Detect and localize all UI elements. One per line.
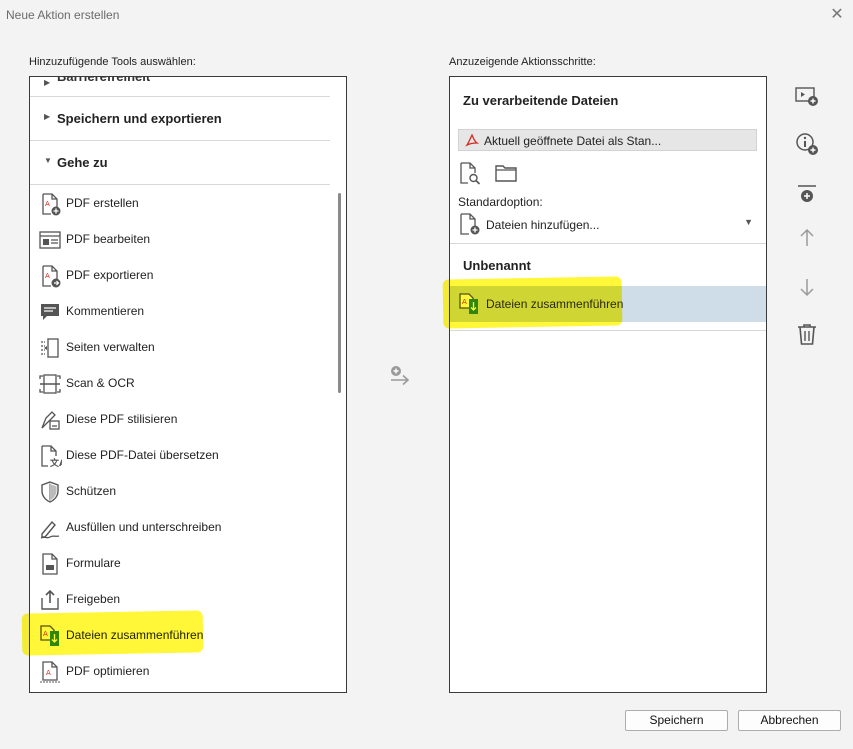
- step-label: Dateien zusammenführen: [486, 297, 624, 311]
- tool-pdf-export[interactable]: A PDF exportieren: [30, 257, 330, 293]
- acrobat-icon: [465, 133, 479, 147]
- add-info-icon[interactable]: [795, 132, 819, 156]
- tool-label: Freigeben: [66, 592, 121, 606]
- stylize-icon: [41, 411, 60, 430]
- insert-instruction-icon[interactable]: [795, 84, 819, 108]
- combine-files-icon: A: [459, 293, 478, 314]
- shield-icon: [41, 481, 59, 503]
- window-title: Neue Aktion erstellen: [6, 8, 120, 22]
- chevron-right-icon[interactable]: ▶: [44, 78, 50, 87]
- tool-pdf-edit[interactable]: PDF bearbeiten: [30, 221, 330, 257]
- add-file-icon: [460, 213, 480, 235]
- tool-label: Diese PDF-Datei übersetzen: [66, 448, 219, 462]
- action-steps-panel: Zu verarbeitende Dateien Aktuell geöffne…: [449, 76, 767, 693]
- divider: [450, 243, 766, 244]
- tool-label: Dateien zusammenführen: [66, 628, 204, 642]
- divider: [450, 330, 766, 331]
- tool-comment[interactable]: Kommentieren: [30, 293, 330, 329]
- folder-icon[interactable]: [494, 161, 518, 185]
- section-label: Gehe zu: [57, 155, 108, 170]
- tool-forms[interactable]: Formulare: [30, 545, 330, 581]
- section-label: Speichern und exportieren: [57, 111, 222, 126]
- tool-scan-ocr[interactable]: Scan & OCR: [30, 365, 330, 401]
- tool-label: PDF bearbeiten: [66, 232, 151, 246]
- current-file-text: Aktuell geöffnete Datei als Stan...: [484, 134, 662, 148]
- tool-label: PDF erstellen: [66, 196, 139, 210]
- browse-file-icon[interactable]: [458, 161, 482, 185]
- tool-stylize[interactable]: Diese PDF stilisieren: [30, 401, 330, 437]
- translate-icon: 文A: [41, 445, 62, 468]
- tool-translate[interactable]: 文A Diese PDF-Datei übersetzen: [30, 437, 330, 473]
- tool-label: PDF optimieren: [66, 664, 150, 678]
- current-file-field[interactable]: Aktuell geöffnete Datei als Stan...: [458, 129, 757, 151]
- section-accessibility[interactable]: Barrierefreiheit: [57, 77, 150, 84]
- scan-icon: [39, 374, 61, 394]
- default-option-label: Standardoption:: [458, 195, 543, 209]
- action-steps-label: Anzuzeigende Aktionsschritte:: [449, 56, 596, 68]
- tool-label: Diese PDF stilisieren: [66, 412, 178, 426]
- save-button[interactable]: Speichern: [625, 710, 728, 731]
- organize-pages-icon: [41, 338, 59, 358]
- close-icon[interactable]: ✕: [827, 5, 847, 25]
- chevron-down-icon: ▼: [744, 217, 753, 227]
- forms-icon: [42, 553, 58, 575]
- tool-pdf-create[interactable]: A PDF erstellen: [30, 185, 330, 221]
- move-up-icon[interactable]: [795, 226, 819, 250]
- tool-protect[interactable]: Schützen: [30, 473, 330, 509]
- cancel-button[interactable]: Abbrechen: [738, 710, 841, 731]
- svg-text:A: A: [43, 630, 48, 638]
- add-to-actions-icon[interactable]: [388, 364, 412, 388]
- tools-select-label: Hinzuzufügende Tools auswählen:: [29, 56, 196, 68]
- optimize-icon: A: [40, 661, 60, 683]
- tool-label: Seiten verwalten: [66, 340, 155, 354]
- pdf-edit-icon: [39, 231, 61, 249]
- step-combine-files[interactable]: A Dateien zusammenführen: [450, 286, 766, 322]
- tool-combine-files[interactable]: A Dateien zusammenführen: [30, 617, 330, 653]
- svg-text:A: A: [46, 669, 51, 677]
- tool-label: Ausfüllen und unterschreiben: [66, 520, 222, 534]
- tool-organize-pages[interactable]: Seiten verwalten: [30, 329, 330, 365]
- tool-label: Formulare: [66, 556, 121, 570]
- tool-label: PDF exportieren: [66, 268, 154, 282]
- scrollbar[interactable]: [338, 193, 341, 393]
- svg-text:文A: 文A: [49, 457, 62, 468]
- tool-fill-sign[interactable]: Ausfüllen und unterschreiben: [30, 509, 330, 545]
- chevron-down-icon: ▼: [44, 156, 52, 165]
- tool-label: Scan & OCR: [66, 376, 135, 390]
- title-bar: Neue Aktion erstellen ✕: [0, 0, 853, 32]
- group-name: Unbenannt: [463, 258, 531, 273]
- pdf-create-icon: A: [42, 193, 61, 216]
- tool-label: Kommentieren: [66, 304, 145, 318]
- svg-text:A: A: [45, 200, 50, 208]
- chevron-right-icon: ▶: [44, 112, 51, 121]
- delete-icon[interactable]: [795, 322, 819, 346]
- section-save-export[interactable]: ▶ Speichern und exportieren: [30, 97, 330, 141]
- files-header: Zu verarbeitende Dateien: [463, 93, 619, 108]
- share-icon: [41, 589, 59, 610]
- tool-optimize[interactable]: A PDF optimieren: [30, 653, 330, 689]
- move-down-icon[interactable]: [795, 275, 819, 299]
- default-option-value: Dateien hinzufügen...: [486, 218, 600, 232]
- default-option-dropdown[interactable]: Dateien hinzufügen... ▼: [458, 212, 757, 236]
- sign-icon: [40, 520, 60, 539]
- combine-files-icon: A: [40, 625, 59, 646]
- svg-text:A: A: [45, 272, 50, 280]
- tool-share[interactable]: Freigeben: [30, 581, 330, 617]
- comment-icon: [41, 304, 59, 320]
- pdf-export-icon: A: [42, 265, 61, 288]
- add-separator-icon[interactable]: [795, 183, 819, 207]
- svg-text:A: A: [462, 298, 467, 306]
- tools-list-panel: ▶ Barrierefreiheit ▶ Speichern und expor…: [29, 76, 347, 693]
- section-go-to[interactable]: ▼ Gehe zu: [30, 141, 330, 185]
- tool-label: Schützen: [66, 484, 117, 498]
